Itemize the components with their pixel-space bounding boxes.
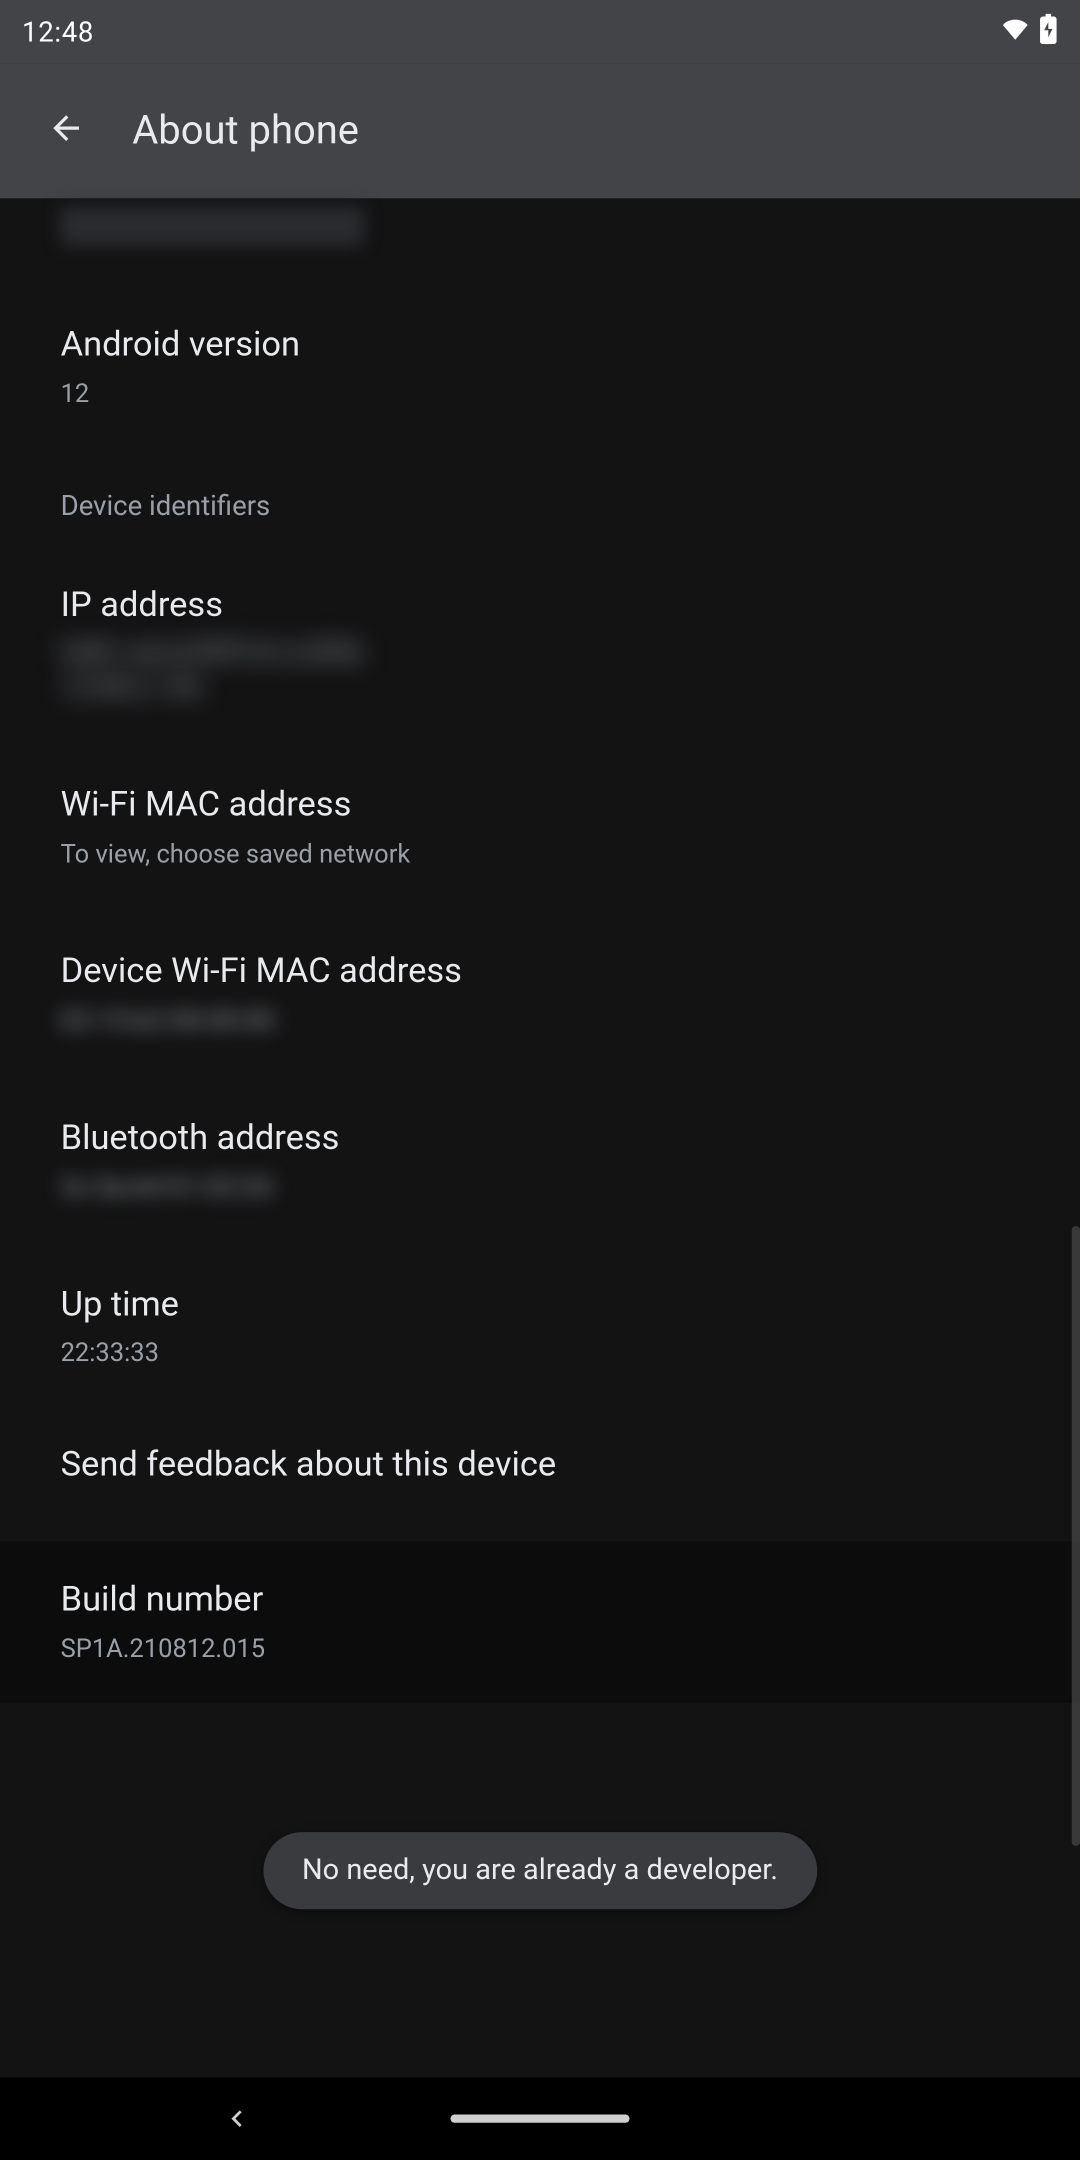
status-time: 12:48 [22, 15, 94, 48]
wifi-icon [1000, 15, 1030, 48]
settings-list[interactable]: Android version 12 Device identifiers IP… [0, 198, 1080, 1702]
redacted-value: fe80::a4cd:89ff:fe1e:8f4b [61, 637, 364, 671]
list-item-partial [0, 198, 1080, 259]
row-title: IP address [61, 582, 1020, 628]
redacted-value [61, 207, 364, 246]
row-value: 22:33:33 [61, 1337, 1020, 1371]
nav-back-button[interactable] [220, 2102, 253, 2135]
redacted-value: 10.88.0.106 [61, 671, 203, 705]
uptime-row[interactable]: Up time 22:33:33 [0, 1235, 1080, 1401]
row-value: fe80::a4cd:89ff:fe1e:8f4b 10.88.0.106 [61, 637, 1020, 706]
row-value: 12 [61, 377, 1020, 411]
back-button[interactable] [33, 98, 99, 164]
build-number-row[interactable]: Build number SP1A.210812.015 [0, 1542, 1080, 1703]
row-value: 3c:5a:b4:01:02:03 [61, 1170, 1020, 1204]
row-title: Wi-Fi MAC address [61, 783, 1020, 829]
bluetooth-address-row[interactable]: Bluetooth address 3c:5a:b4:01:02:03 [0, 1069, 1080, 1235]
scrollbar-thumb[interactable] [1072, 1226, 1080, 1846]
app-bar: About phone [0, 63, 1080, 198]
android-version-row[interactable]: Android version 12 [0, 259, 1080, 442]
wifi-mac-row[interactable]: Wi-Fi MAC address To view, choose saved … [0, 736, 1080, 902]
battery-charging-icon [1039, 13, 1058, 50]
nav-home-pill[interactable] [450, 2115, 629, 2123]
redacted-value: 02:15:b2:00:00:00 [61, 1004, 275, 1038]
ip-address-row[interactable]: IP address fe80::a4cd:89ff:fe1e:8f4b 10.… [0, 541, 1080, 736]
row-title: Android version [61, 322, 1020, 368]
device-wifi-mac-row[interactable]: Device Wi-Fi MAC address 02:15:b2:00:00:… [0, 902, 1080, 1068]
row-value: SP1A.210812.015 [61, 1632, 1020, 1666]
row-title: Send feedback about this device [61, 1443, 1020, 1489]
row-value: To view, choose saved network [61, 838, 1020, 872]
page-title: About phone [132, 107, 359, 154]
send-feedback-row[interactable]: Send feedback about this device [0, 1401, 1080, 1530]
row-title: Bluetooth address [61, 1116, 1020, 1162]
row-title: Device Wi-Fi MAC address [61, 949, 1020, 995]
arrow-left-icon [47, 109, 86, 153]
status-bar: 12:48 [0, 0, 1080, 63]
chevron-left-icon [220, 2115, 253, 2141]
redacted-value: 3c:5a:b4:01:02:03 [61, 1170, 274, 1204]
status-icons [1000, 13, 1058, 50]
row-value: 02:15:b2:00:00:00 [61, 1004, 1020, 1038]
row-title: Up time [61, 1282, 1020, 1328]
section-header-device-identifiers: Device identifiers [0, 442, 1080, 541]
row-title: Build number [61, 1577, 1020, 1623]
system-nav-bar [0, 2077, 1080, 2160]
toast: No need, you are already a developer. [263, 1832, 816, 1909]
